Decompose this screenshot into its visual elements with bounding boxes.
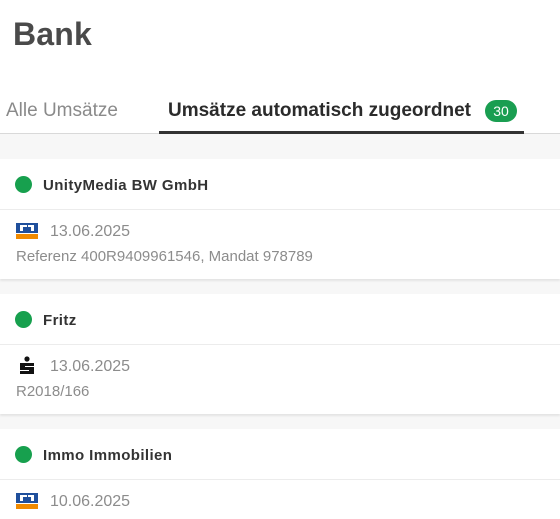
active-tab-indicator [159, 131, 524, 134]
transaction-entry[interactable]: 13.06.2025 Referenz 400R9409961546, Mand… [0, 209, 560, 279]
transaction-date: 10.06.2025 [50, 493, 131, 510]
transaction-date: 13.06.2025 [50, 358, 131, 375]
page-title: Bank [13, 16, 93, 52]
tab-automatisch-zugeordnet[interactable]: Umsätze automatisch zugeordnet [168, 100, 471, 122]
count-badge: 30 [485, 100, 517, 122]
transaction-entry[interactable]: 10.06.2025 [0, 479, 560, 519]
group-name: UnityMedia BW GmbH [43, 177, 209, 194]
group-name: Fritz [43, 312, 77, 329]
group-header[interactable]: UnityMedia BW GmbH [0, 159, 560, 211]
status-dot [15, 446, 32, 463]
tab-bar: Alle Umsätze Umsätze automatisch zugeord… [0, 88, 560, 134]
group-header[interactable]: Fritz [0, 294, 560, 346]
transaction-reference: Referenz 400R9409961546, Mandat 978789 [16, 248, 313, 265]
page-header: Bank Alle Umsätze Umsätze automatisch zu… [0, 0, 560, 134]
transaction-date: 13.06.2025 [50, 223, 131, 240]
status-dot [15, 311, 32, 328]
transaction-reference: R2018/166 [16, 383, 90, 400]
volksbank-icon [16, 493, 38, 509]
group-header[interactable]: Immo Immobilien [0, 429, 560, 481]
sparkasse-icon [20, 356, 34, 374]
tab-alle-umsaetze[interactable]: Alle Umsätze [6, 100, 118, 122]
status-dot [15, 176, 32, 193]
group-name: Immo Immobilien [43, 447, 173, 464]
volksbank-icon [16, 223, 38, 239]
transaction-entry[interactable]: 13.06.2025 R2018/166 [0, 344, 560, 414]
